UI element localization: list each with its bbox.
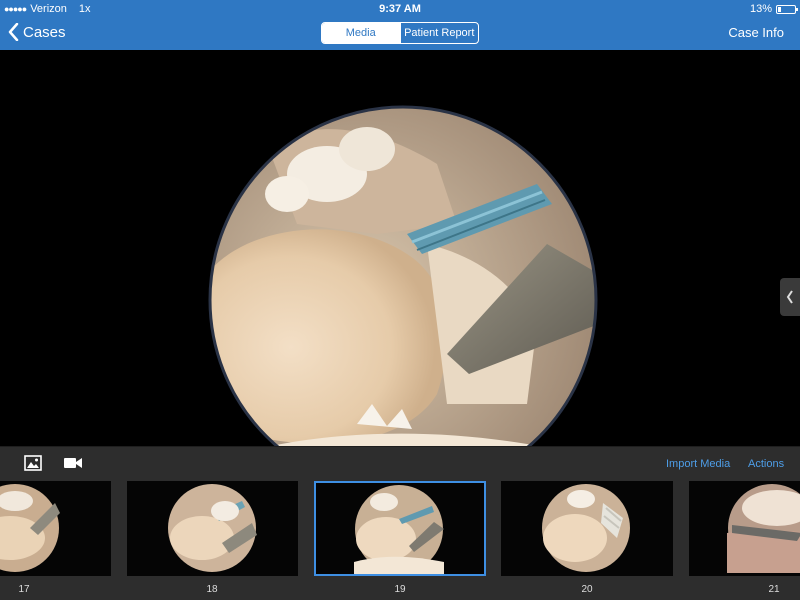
status-time: 9:37 AM xyxy=(379,3,421,15)
thumbnail-21[interactable] xyxy=(689,481,800,576)
battery-percent: 13% xyxy=(749,3,772,15)
photo-icon[interactable] xyxy=(24,455,42,471)
thumbnail-20[interactable] xyxy=(501,481,673,576)
chevron-left-icon xyxy=(786,290,793,304)
thumbnail-label: 18 xyxy=(206,584,218,595)
case-info-button[interactable]: Case Info xyxy=(728,25,784,40)
tab-media[interactable]: Media xyxy=(322,23,400,43)
video-camera-icon[interactable] xyxy=(64,457,82,469)
back-button-label: Cases xyxy=(23,23,66,41)
battery-icon xyxy=(776,4,798,14)
thumbnail-18[interactable] xyxy=(127,481,298,576)
thumbnail-strip[interactable]: 17 18 19 20 21 xyxy=(0,480,800,600)
import-media-button[interactable]: Import Media xyxy=(666,458,730,470)
navigation-bar: Cases Media Patient Report Case Info xyxy=(0,17,800,50)
thumbnail-label: 20 xyxy=(581,584,593,595)
thumbnail-image xyxy=(168,484,257,572)
thumbnail-label: 17 xyxy=(18,584,30,595)
media-viewer[interactable] xyxy=(0,50,800,495)
status-right: 13% xyxy=(749,3,798,15)
thumbnail-17[interactable] xyxy=(0,481,111,576)
thumbnail-label: 19 xyxy=(394,584,406,595)
status-bar: ●●●●● Verizon 1x 9:37 AM 13% xyxy=(0,0,800,17)
segmented-control: Media Patient Report xyxy=(321,22,479,44)
tab-patient-report[interactable]: Patient Report xyxy=(399,23,479,43)
thumbnail-image xyxy=(727,484,800,573)
chevron-left-icon xyxy=(8,23,19,41)
thumbnail-label: 21 xyxy=(768,584,780,595)
thumbnail-19[interactable] xyxy=(314,481,486,576)
side-panel-toggle[interactable] xyxy=(780,278,800,316)
arthroscopic-image xyxy=(208,105,598,495)
thumbnail-image xyxy=(354,485,444,574)
thumbnail-image xyxy=(542,484,630,572)
media-toolbar: Import Media Actions xyxy=(0,446,800,481)
back-button[interactable]: Cases xyxy=(8,23,66,41)
actions-button[interactable]: Actions xyxy=(748,458,784,470)
thumbnail-image xyxy=(0,484,60,572)
